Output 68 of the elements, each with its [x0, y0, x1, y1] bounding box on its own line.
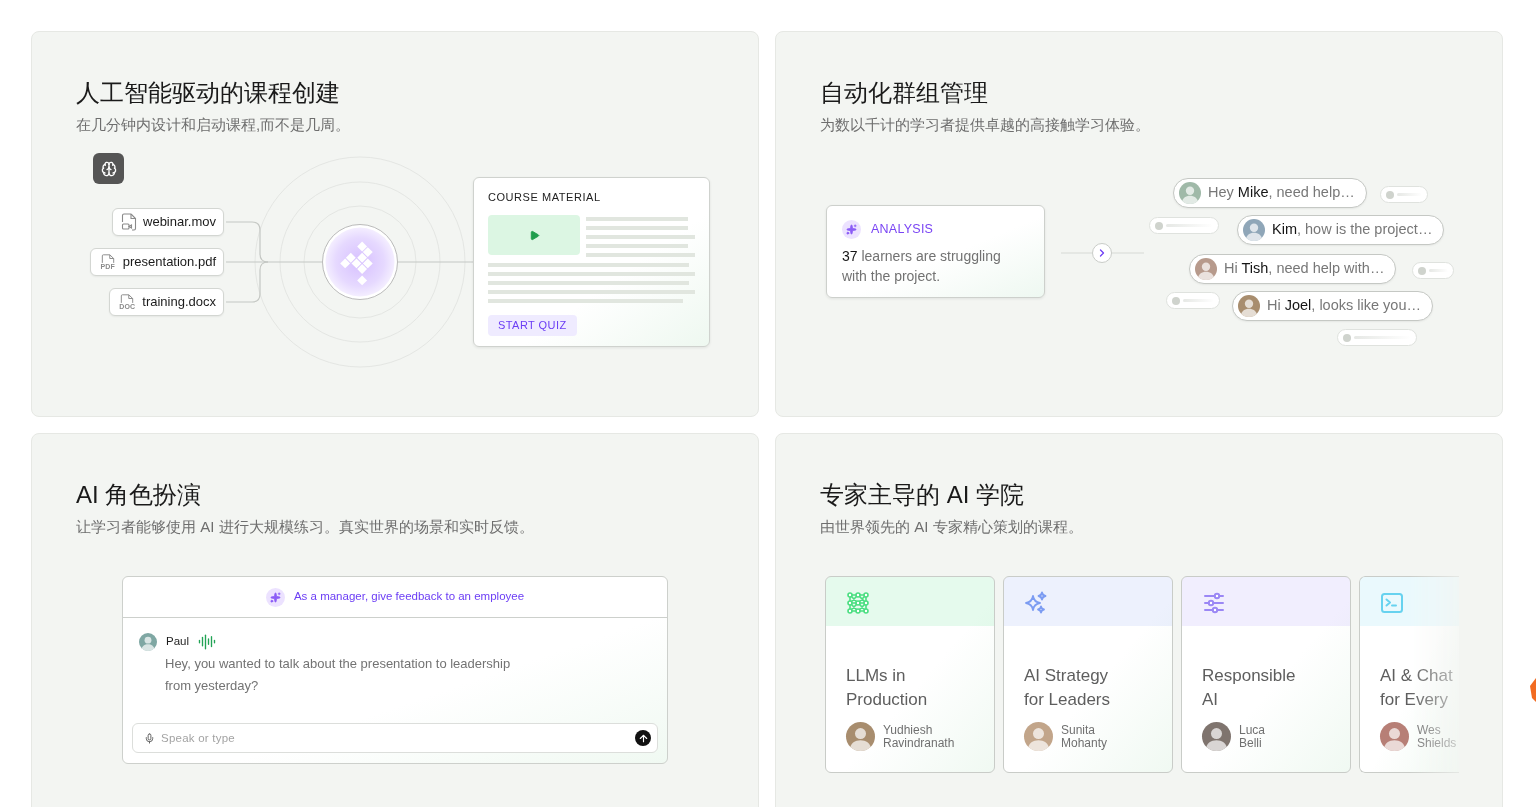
avatar — [139, 633, 157, 651]
avatar — [1238, 295, 1260, 317]
avatar — [1179, 182, 1201, 204]
arrow-up-icon — [637, 732, 649, 744]
avatar — [1243, 219, 1265, 241]
start-quiz-button[interactable]: START QUIZ — [488, 315, 577, 336]
avatar — [1024, 722, 1053, 751]
course-card[interactable]: AI Strategy for Leaders Sunita Mohanty — [1003, 576, 1173, 773]
course-title: AI & Chat for Every — [1380, 665, 1454, 711]
message-placeholder-icon — [1149, 217, 1219, 234]
card-subtitle: 由世界领先的 AI 专家精心策划的课程。 — [820, 517, 1084, 537]
message-pill[interactable]: Hey Mike, need help… — [1173, 178, 1367, 208]
message-pill[interactable]: Kim, how is the project… — [1237, 215, 1445, 245]
message-text: Hi Joel, looks like you… — [1267, 296, 1421, 316]
avatar — [1202, 722, 1231, 751]
avatar — [1380, 722, 1409, 751]
avatar — [1195, 258, 1217, 280]
message-pill[interactable]: Hi Joel, looks like you… — [1232, 291, 1433, 321]
message-placeholder-icon — [1412, 262, 1454, 279]
message-input[interactable]: Speak or type — [161, 728, 629, 748]
sparkle-icon — [265, 587, 285, 607]
speaker-name: Paul — [166, 634, 190, 650]
play-icon — [528, 229, 540, 241]
card-title: 人工智能驱动的课程创建 — [76, 78, 341, 108]
card-title: AI 角色扮演 — [76, 480, 203, 510]
partial-shape-icon — [1530, 678, 1536, 702]
logo-icon — [322, 224, 398, 300]
send-button[interactable] — [635, 730, 651, 746]
instructor-name: Sunita Mohanty — [1061, 723, 1108, 750]
analysis-label: ANALYSIS — [871, 221, 934, 239]
audio-wave-icon — [198, 633, 217, 651]
message-text: Hi Tish, need help with… — [1224, 259, 1385, 279]
instructor-name: Yudhiesh Ravindranath — [883, 723, 955, 750]
file-name: training.docx — [142, 293, 216, 312]
scenario-prompt: As a manager, give feedback to an employee — [293, 589, 525, 605]
card-heading: COURSE MATERIAL — [488, 191, 602, 203]
card-subtitle: 为数以千计的学习者提供卓越的高接触学习体验。 — [820, 115, 1151, 135]
instructor-name: Luca Belli — [1239, 723, 1266, 750]
file-icon — [100, 253, 115, 263]
card-title: 自动化群组管理 — [820, 78, 989, 108]
file-name: presentation.pdf — [122, 253, 216, 272]
chevron-right-icon — [1092, 243, 1112, 263]
card-subtitle: 让学习者能够使用 AI 进行大规模练习。真实世界的场景和实时反馈。 — [76, 517, 535, 537]
sparkle-icon — [842, 220, 861, 239]
file-name: webinar.mov — [143, 213, 216, 232]
course-card[interactable]: AI & Chat for Every Wes Shields — [1359, 576, 1459, 773]
instructor-name: Wes Shields — [1417, 723, 1457, 750]
brain-icon — [93, 153, 124, 184]
message-text: Hey Mike, need help… — [1208, 183, 1355, 203]
message-placeholder-icon — [1337, 329, 1417, 346]
course-title: Responsible AI — [1202, 665, 1297, 711]
card-subtitle: 在几分钟内设计和启动课程,而不是几周。 — [76, 115, 352, 135]
mic-icon — [144, 732, 155, 744]
chat-message: Hey, you wanted to talk about the presentation to leadership from yesterday? — [165, 655, 512, 695]
course-card[interactable]: LLMs in Production Yudhiesh Ravindranath — [825, 576, 995, 773]
message-pill[interactable]: Hi Tish, need help with… — [1189, 254, 1397, 284]
file-icon — [120, 293, 135, 303]
input-field[interactable]: Speak or type — [132, 723, 658, 753]
course-title: LLMs in Production — [846, 665, 929, 711]
avatar — [846, 722, 875, 751]
video-file-icon — [121, 213, 137, 231]
analysis-text: 37 learners are struggling with the project. — [842, 247, 1002, 286]
course-title: AI Strategy for Leaders — [1024, 665, 1111, 711]
course-card[interactable]: Responsible AI Luca Belli — [1181, 576, 1351, 773]
message-placeholder-icon — [1166, 292, 1220, 309]
message-text: Kim, how is the project… — [1272, 220, 1433, 240]
card-title: 专家主导的 AI 学院 — [820, 480, 1025, 510]
message-placeholder-icon — [1380, 186, 1428, 203]
